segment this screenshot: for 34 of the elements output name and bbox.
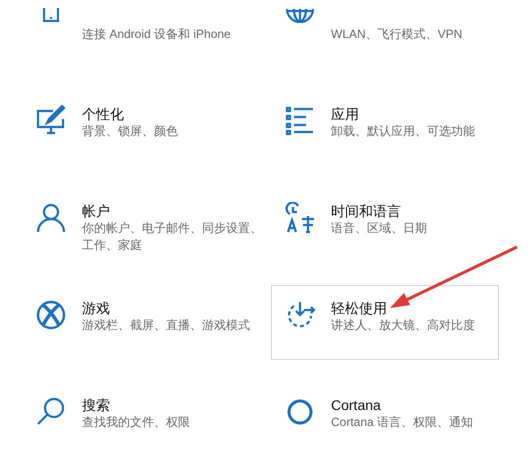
settings-tile[interactable]: 时间和语言 语音、区域、日期 (271, 188, 499, 263)
settings-tile[interactable]: 帐户 你的帐户、电子邮件、同步设置、工作、家庭 (22, 188, 271, 263)
clock-letter-icon (284, 202, 316, 234)
settings-tile[interactable]: 应用 卸载、默认应用、可选功能 (271, 91, 499, 166)
tile-title: 搜索 (82, 396, 111, 414)
tile-title: 游戏 (82, 299, 111, 317)
tile-description: 语音、区域、日期 (331, 220, 427, 237)
xbox-icon (35, 299, 67, 331)
tile-description: WLAN、飞行模式、VPN (331, 26, 462, 43)
tile-description: 你的帐户、电子邮件、同步设置、工作、家庭 (82, 220, 262, 254)
tile-title: Cortana (331, 396, 382, 414)
tile-description: 游戏栏、截屏、直播、游戏模式 (82, 317, 250, 334)
tile-title: 轻松使用 (331, 299, 388, 317)
list-icon (284, 105, 316, 137)
tile-description: 卸载、默认应用、可选功能 (331, 123, 475, 140)
tile-description: 查找我的文件、权限 (82, 414, 190, 431)
globe-icon (286, 8, 314, 23)
settings-tile[interactable]: 游戏 游戏栏、截屏、直播、游戏模式 (22, 285, 271, 360)
settings-tile[interactable]: 搜索 查找我的文件、权限 (22, 382, 271, 457)
tile-description: 背景、锁屏、颜色 (82, 123, 178, 140)
tile-title: 个性化 (82, 105, 125, 123)
tile-title: 应用 (331, 105, 360, 123)
person-icon (35, 202, 67, 234)
settings-tile[interactable]: 连接 Android 设备和 iPhone (22, 0, 271, 69)
tile-title: 帐户 (82, 202, 111, 220)
tile-description: 连接 Android 设备和 iPhone (82, 26, 231, 43)
settings-tile[interactable]: 个性化 背景、锁屏、颜色 (22, 91, 271, 166)
paint-monitor-icon (35, 105, 67, 137)
settings-tile[interactable]: 轻松使用 讲述人、放大镜、高对比度 (271, 285, 499, 360)
settings-tile[interactable]: WLAN、飞行模式、VPN (271, 0, 499, 69)
settings-tile[interactable]: Cortana Cortana 语言、权限、通知 (271, 382, 499, 457)
tile-description: 讲述人、放大镜、高对比度 (331, 317, 475, 334)
tile-title: 时间和语言 (331, 202, 402, 220)
tile-description: Cortana 语言、权限、通知 (331, 414, 474, 431)
